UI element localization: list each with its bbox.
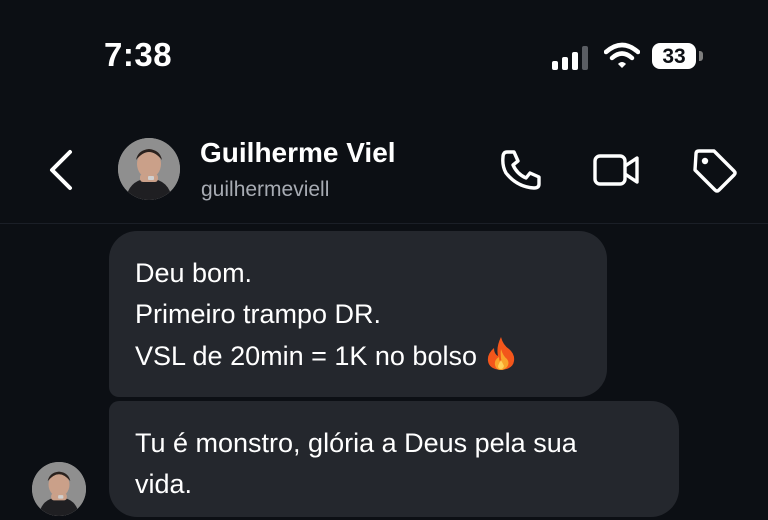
- wifi-icon: [604, 42, 640, 68]
- cellular-signal-icon: [552, 46, 592, 70]
- video-camera-icon[interactable]: [592, 146, 640, 194]
- sender-avatar[interactable]: [32, 462, 86, 516]
- message-line: vida.: [135, 469, 193, 499]
- battery-cap: [699, 51, 703, 61]
- message-line: Deu bom.: [135, 258, 253, 288]
- profile-photo-icon: [32, 462, 86, 516]
- message-line: VSL de 20min = 1K no bolso: [135, 335, 581, 377]
- battery-level: 33: [662, 45, 686, 68]
- header-divider: [0, 223, 768, 224]
- fire-emoji-icon: [487, 337, 515, 370]
- message-line: Tu é monstro, glória a Deus pela sua: [135, 428, 577, 458]
- contact-username[interactable]: guilhermeviell: [201, 178, 329, 202]
- avatar[interactable]: [118, 138, 180, 200]
- profile-photo-icon: [118, 138, 180, 200]
- message-bubble[interactable]: Tu é monstro, glória a Deus pela sua vid…: [109, 401, 679, 517]
- back-chevron-icon[interactable]: [44, 146, 80, 194]
- message-bubble[interactable]: Deu bom. Primeiro trampo DR. VSL de 20mi…: [109, 231, 607, 397]
- message-line: Primeiro trampo DR.: [135, 299, 382, 329]
- contact-name[interactable]: Guilherme Viel: [200, 137, 396, 169]
- status-time: 7:38: [104, 36, 173, 73]
- tag-icon[interactable]: [690, 146, 738, 194]
- message-text: VSL de 20min = 1K no bolso: [135, 341, 477, 371]
- phone-icon[interactable]: [497, 146, 545, 194]
- chat-screen: 7:38 33 Guilherme Viel guilhermeviell De…: [0, 0, 768, 520]
- battery-indicator: 33: [652, 43, 696, 69]
